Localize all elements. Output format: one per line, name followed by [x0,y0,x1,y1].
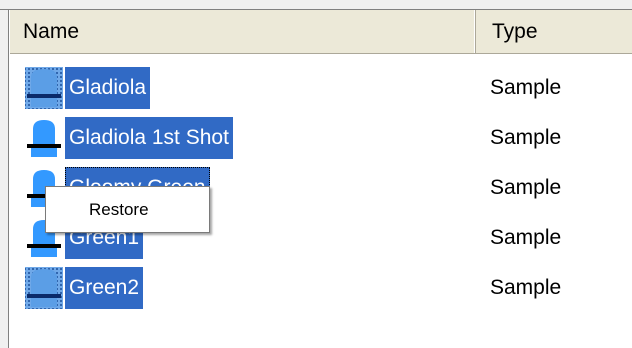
sample-icon [23,117,65,159]
column-header-type[interactable]: Type [476,10,632,53]
file-list-view[interactable]: Name Type Gladiola Sample Gladiola 1st S… [10,10,632,348]
menu-item-restore[interactable]: Restore [46,187,209,232]
item-type: Sample [490,226,562,249]
list-item[interactable]: Gladiola 1st Shot Sample [10,113,632,163]
sample-stitched-icon [25,67,63,109]
item-name[interactable]: Green2 [65,267,144,309]
column-header-name[interactable]: Name [10,10,476,53]
item-type: Sample [490,176,562,199]
window-frame-left [0,10,9,348]
item-name[interactable]: Gladiola 1st Shot [65,117,233,159]
context-menu: Restore [45,186,210,233]
column-header-bar: Name Type [10,10,632,54]
sample-stitched-icon [25,267,63,309]
item-type: Sample [490,126,562,149]
item-name[interactable]: Gladiola [65,67,151,109]
list-item[interactable]: Gladiola Sample [10,63,632,113]
item-type: Sample [490,76,562,99]
list-item[interactable]: Green2 Sample [10,263,632,313]
item-type: Sample [490,276,562,299]
